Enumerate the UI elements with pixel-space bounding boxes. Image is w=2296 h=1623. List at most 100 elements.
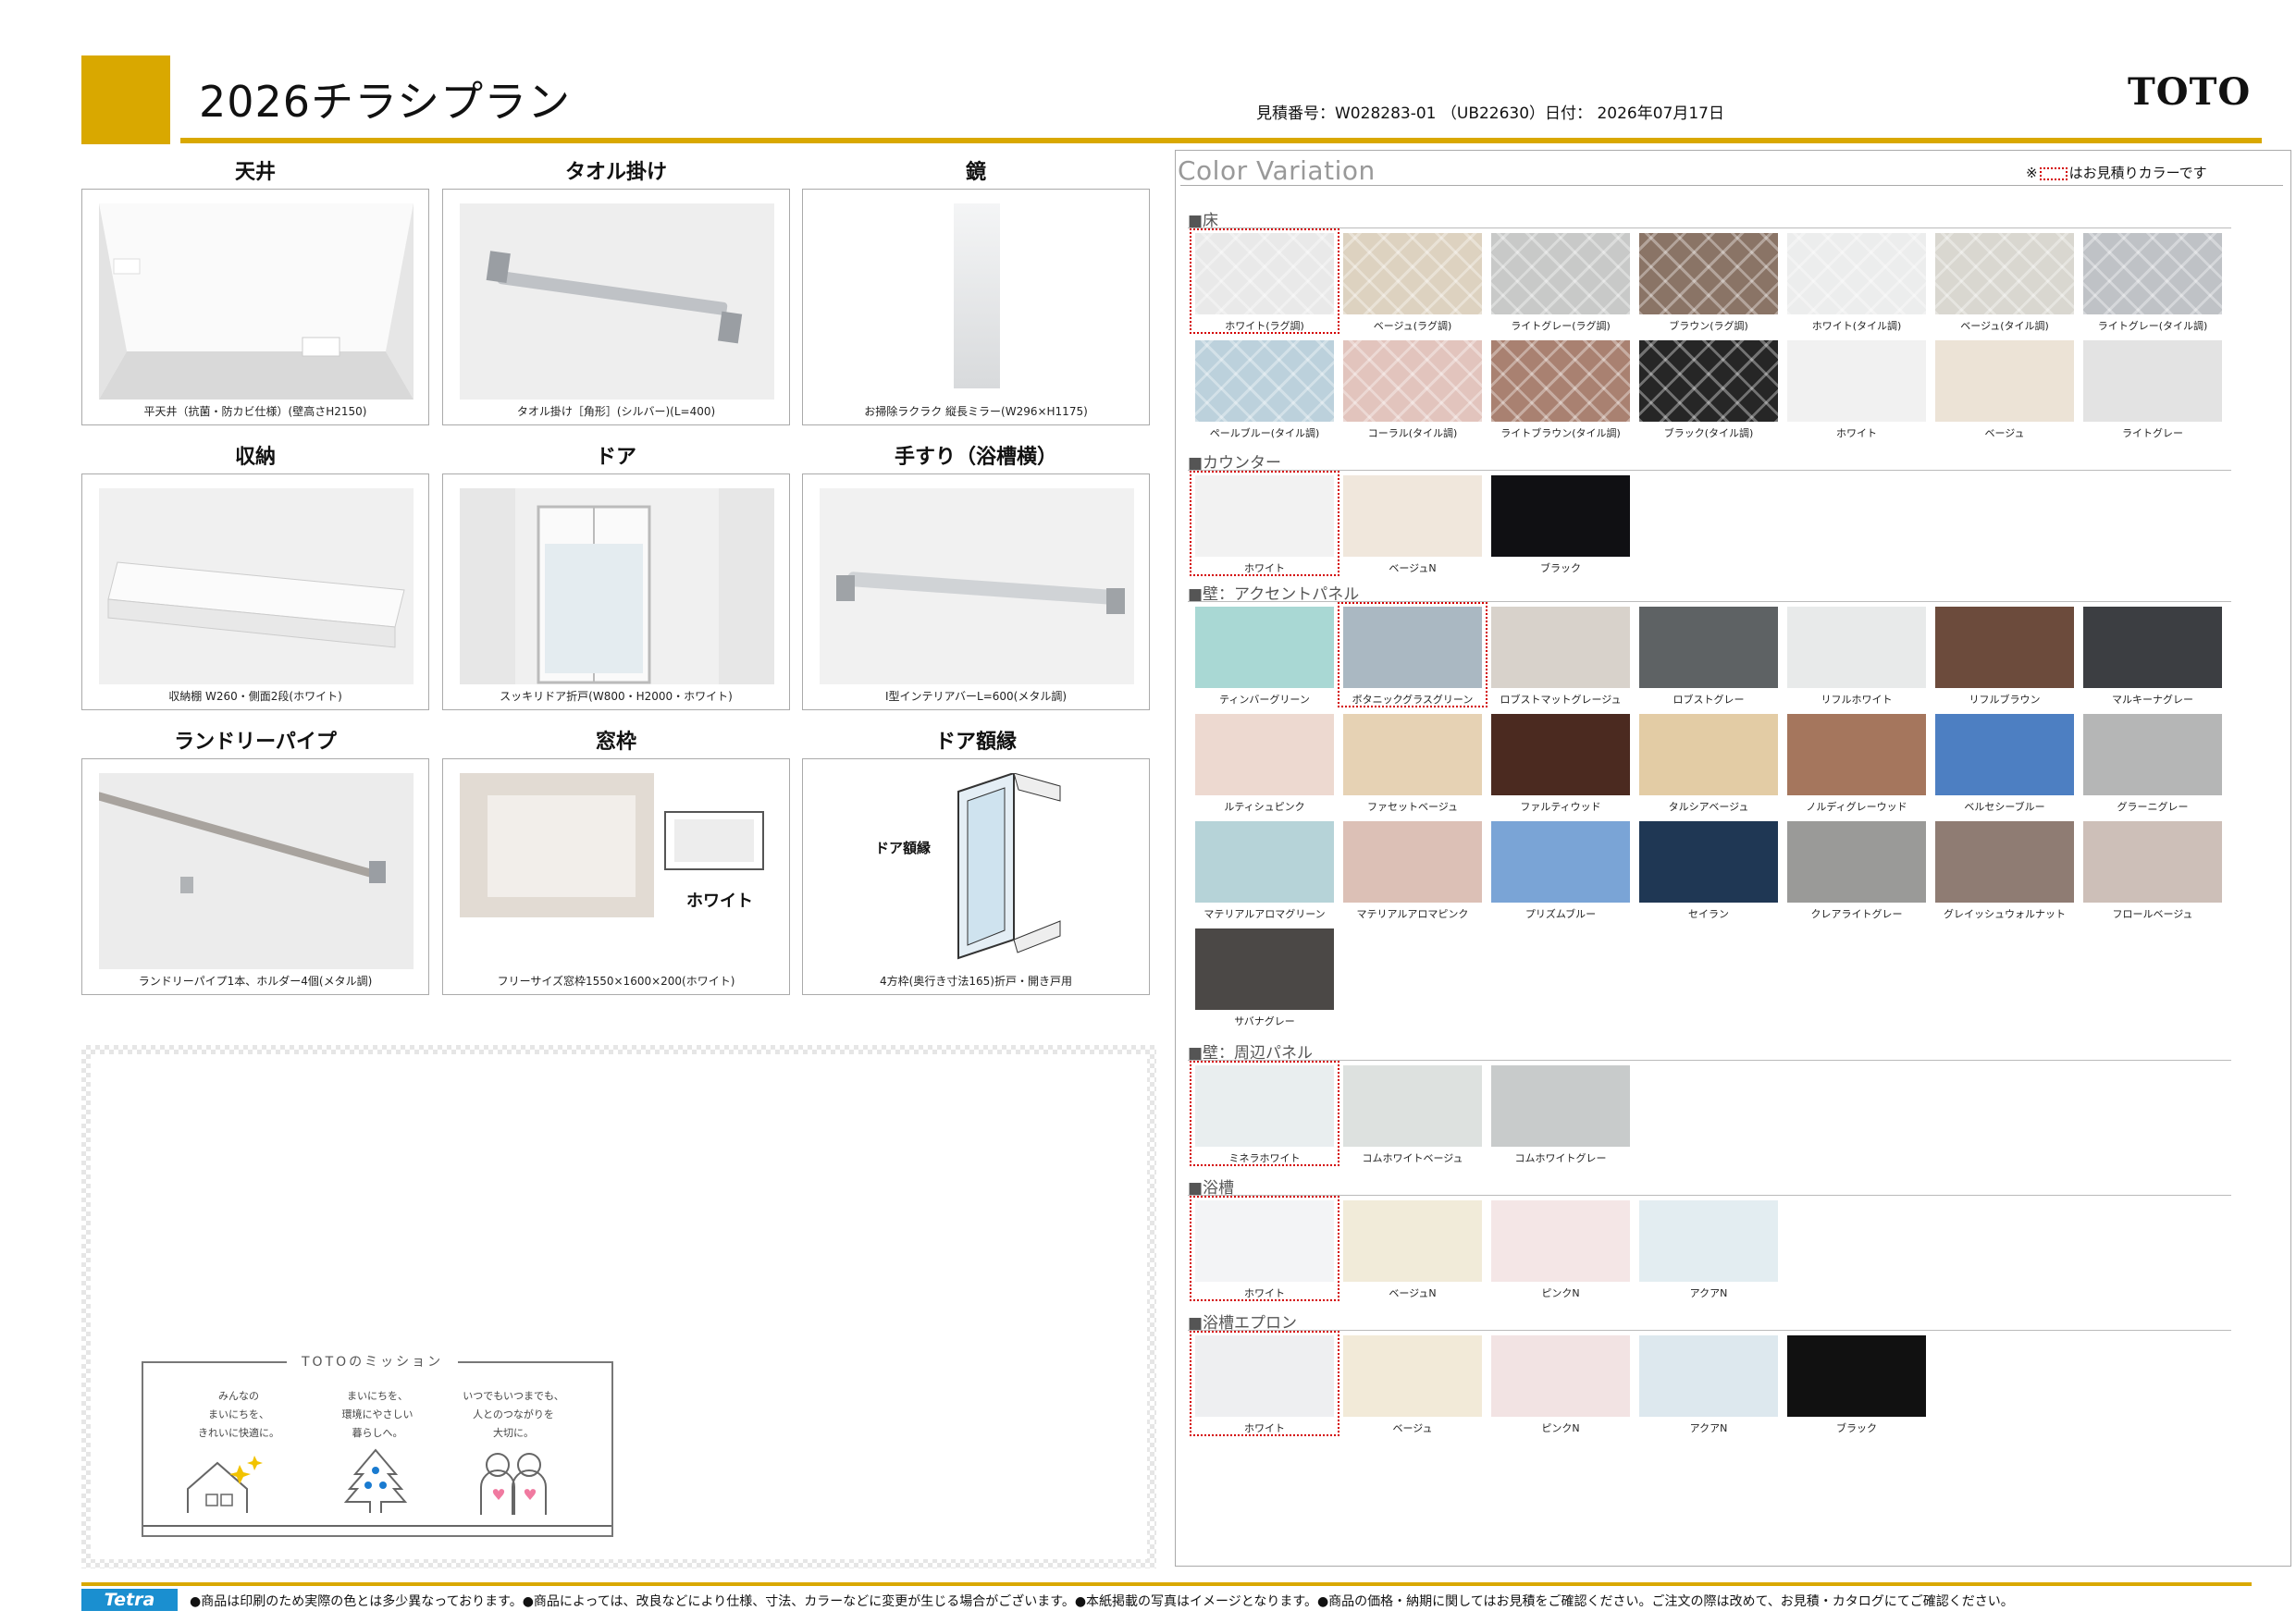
color-swatch[interactable] — [1343, 1200, 1482, 1282]
color-swatch[interactable] — [1639, 821, 1778, 903]
window-white-label: ホワイト — [686, 891, 753, 911]
color-swatch[interactable] — [1935, 340, 2074, 422]
color-swatch[interactable] — [1639, 714, 1778, 795]
mission-title: TOTOのミッション — [287, 1352, 459, 1371]
handrail-image — [820, 488, 1134, 684]
color-swatch[interactable] — [2083, 340, 2222, 422]
color-swatch[interactable] — [1787, 821, 1926, 903]
color-swatch[interactable] — [1935, 607, 2074, 688]
part-heading: 手すり（浴槽横） — [894, 446, 1057, 469]
color-swatch[interactable] — [1343, 1065, 1482, 1147]
color-swatch[interactable] — [1195, 340, 1334, 422]
note-suffix: はお見積りカラーです — [2068, 165, 2207, 181]
part-heading: 鏡 — [965, 161, 986, 184]
part-caption: I型インテリアバーL=600(メタル調) — [884, 690, 1068, 703]
color-swatch-label: ベージュ — [1392, 1422, 1433, 1434]
color-swatch-label: タルシアベージュ — [1668, 801, 1749, 813]
color-swatch[interactable] — [1491, 233, 1630, 314]
color-variation-title: Color Variation — [1178, 155, 1376, 186]
color-swatch[interactable] — [1491, 714, 1630, 795]
color-swatch-label: ベージュ — [1984, 427, 2025, 439]
color-swatch-label: リフルホワイト — [1821, 694, 1893, 706]
part-heading: ランドリーパイプ — [174, 731, 337, 754]
color-swatch-label: ロブストグレー — [1673, 694, 1745, 706]
color-swatch[interactable] — [2083, 607, 2222, 688]
color-swatch-label: マルキーナグレー — [2112, 694, 2193, 706]
door-frame-label: ドア額縁 — [875, 838, 932, 857]
color-swatch[interactable] — [1491, 475, 1630, 557]
color-swatch[interactable] — [1935, 821, 2074, 903]
color-swatch-label: ノルディグレーウッド — [1806, 801, 1907, 813]
color-swatch[interactable] — [1639, 233, 1778, 314]
color-swatch[interactable] — [1639, 607, 1778, 688]
color-swatch-label: アクアN — [1689, 1422, 1728, 1434]
color-swatch[interactable] — [2083, 821, 2222, 903]
part-caption: フリーサイズ窓枠1550×1600×200(ホワイト) — [497, 975, 735, 988]
color-swatch[interactable] — [1787, 340, 1926, 422]
color-swatch[interactable] — [1935, 714, 2074, 795]
color-swatch-label: ベージュN — [1389, 562, 1437, 574]
color-section-rule — [1188, 1060, 2231, 1061]
selected-color-marker — [1190, 1331, 1339, 1436]
page: { "header": { "title": "2026チラシプラン", "es… — [0, 0, 2296, 1623]
color-swatch-label: ライトグレー — [2122, 427, 2183, 439]
color-swatch-label: ホワイト — [1836, 427, 1877, 439]
color-swatch-label: ルティシュピンク — [1224, 801, 1305, 813]
color-swatch[interactable] — [1935, 233, 2074, 314]
color-swatch[interactable] — [1195, 607, 1334, 688]
laundry-pipe-image — [94, 773, 414, 969]
color-swatch[interactable] — [1491, 821, 1630, 903]
color-swatch[interactable] — [1343, 1335, 1482, 1417]
selected-color-marker — [1338, 602, 1487, 707]
part-heading: ドア額縁 — [934, 731, 1017, 754]
color-swatch[interactable] — [1343, 821, 1482, 903]
color-swatch-label: ピンクN — [1541, 1287, 1580, 1299]
part-caption: 4方枠(奥行き寸法165)折戸・開き戸用 — [880, 975, 1072, 988]
part-heading: 天井 — [234, 161, 276, 184]
color-swatch-label: ブラック(タイル調) — [1663, 427, 1754, 439]
color-swatch[interactable] — [1491, 1200, 1630, 1282]
color-swatch[interactable] — [1787, 607, 1926, 688]
color-swatch-label: コーラル(タイル調) — [1367, 427, 1458, 439]
part-heading: ドア — [595, 446, 636, 469]
color-swatch[interactable] — [1639, 1335, 1778, 1417]
color-swatch[interactable] — [1343, 340, 1482, 422]
color-swatch[interactable] — [1195, 714, 1334, 795]
color-swatch-label: セイラン — [1688, 908, 1729, 920]
color-swatch[interactable] — [1787, 233, 1926, 314]
color-swatch-label: ブラウン(ラグ調) — [1669, 320, 1748, 332]
color-swatch-label: ライトグレー(ラグ調) — [1511, 320, 1611, 332]
color-swatch[interactable] — [1491, 607, 1630, 688]
color-swatch[interactable] — [1491, 340, 1630, 422]
part-card: タオル掛け［角形］(シルバー)(L=400) — [442, 189, 790, 425]
color-swatch-label: コムホワイトベージュ — [1362, 1152, 1463, 1164]
color-swatch[interactable] — [1639, 1200, 1778, 1282]
color-swatch[interactable] — [1787, 714, 1926, 795]
selected-color-marker — [1190, 228, 1339, 334]
part-card: ドア額縁 4方枠(奥行き寸法165)折戸・開き戸用 — [802, 758, 1150, 995]
part-card: 収納棚 W260・側面2段(ホワイト) — [81, 473, 429, 710]
color-swatch-label: ブラック — [1836, 1422, 1877, 1434]
color-swatch[interactable] — [1195, 821, 1334, 903]
color-swatch[interactable] — [1343, 475, 1482, 557]
color-swatch-label: ベージュ(ラグ調) — [1373, 320, 1452, 332]
color-swatch[interactable] — [1787, 1335, 1926, 1417]
estimate-info: 見積番号：W028283-01 （UB22630）日付： 2026年07月17日 — [1256, 105, 1724, 123]
color-swatch[interactable] — [1343, 233, 1482, 314]
color-section-rule — [1188, 1195, 2231, 1196]
color-section-rule — [1188, 227, 2231, 228]
part-caption: タオル掛け［角形］(シルバー)(L=400) — [516, 405, 716, 418]
color-swatch[interactable] — [1491, 1065, 1630, 1147]
color-swatch[interactable] — [1343, 714, 1482, 795]
color-swatch[interactable] — [2083, 714, 2222, 795]
color-swatch[interactable] — [1639, 340, 1778, 422]
toto-logo: TOTO — [2128, 70, 2252, 114]
selected-color-marker — [1190, 1061, 1339, 1166]
color-swatch-label: ペールブルー(タイル調) — [1209, 427, 1320, 439]
color-swatch[interactable] — [1491, 1335, 1630, 1417]
color-swatch[interactable] — [2083, 233, 2222, 314]
tetra-logo: Tetra — [81, 1589, 178, 1611]
part-caption: お掃除ラクラク 縦長ミラー(W296×H1175) — [864, 405, 1088, 418]
color-swatch-label: ファルティウッド — [1520, 801, 1601, 813]
color-swatch[interactable] — [1195, 928, 1334, 1010]
